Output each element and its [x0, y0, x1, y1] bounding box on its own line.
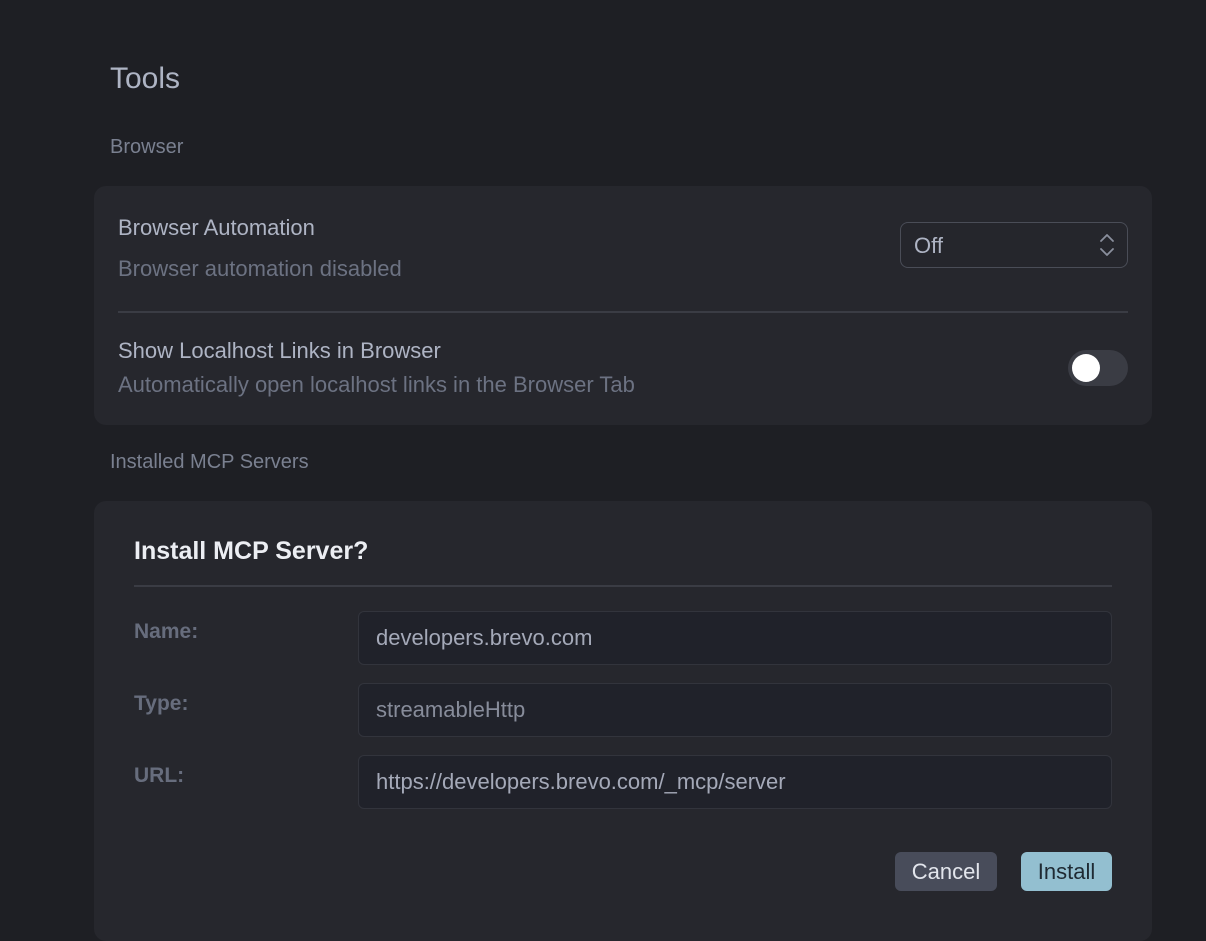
toggle-knob [1072, 354, 1100, 382]
browser-automation-select-value: Off [914, 233, 943, 258]
url-input[interactable] [358, 755, 1112, 809]
name-input[interactable] [358, 611, 1112, 665]
row-divider [118, 311, 1128, 313]
section-label-browser: Browser [110, 136, 184, 158]
browser-automation-title: Browser Automation [118, 215, 315, 240]
browser-settings-card: Browser Automation Browser automation di… [94, 186, 1152, 425]
name-label: Name: [134, 620, 199, 643]
browser-automation-select[interactable]: Off [900, 222, 1128, 268]
type-label: Type: [134, 692, 189, 715]
dialog-title: Install MCP Server? [134, 537, 369, 565]
install-button[interactable]: Install [1021, 852, 1112, 891]
localhost-links-toggle[interactable] [1068, 350, 1128, 386]
localhost-links-description: Automatically open localhost links in th… [118, 372, 635, 397]
chevron-up-down-icon [1099, 232, 1115, 258]
dialog-divider [134, 585, 1112, 587]
type-input[interactable] [358, 683, 1112, 737]
browser-automation-description: Browser automation disabled [118, 256, 402, 281]
page-title: Tools [110, 62, 181, 95]
section-label-mcp-servers: Installed MCP Servers [110, 451, 309, 473]
install-mcp-dialog: Install MCP Server? Name: Type: URL: Can… [94, 501, 1152, 941]
localhost-links-title: Show Localhost Links in Browser [118, 338, 441, 363]
cancel-button[interactable]: Cancel [895, 852, 997, 891]
url-label: URL: [134, 764, 185, 787]
